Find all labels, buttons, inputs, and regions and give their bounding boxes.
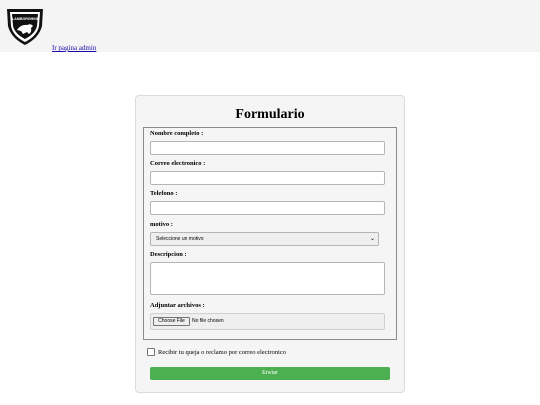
choose-file-button[interactable]: Choose File bbox=[153, 317, 190, 326]
email-opt-in-checkbox[interactable] bbox=[147, 348, 155, 356]
name-label: Nombre completo : bbox=[150, 130, 204, 137]
reason-label: motivo : bbox=[150, 221, 173, 228]
attach-label: Adjuntar archivos : bbox=[150, 302, 205, 309]
email-label: Correo electronico : bbox=[150, 160, 206, 167]
name-input[interactable] bbox=[150, 141, 385, 155]
reason-select-value: Seleccione un motivo bbox=[156, 236, 204, 242]
file-status-text: No file chosen bbox=[192, 318, 224, 324]
admin-page-link[interactable]: Ir pagina admin bbox=[52, 44, 96, 52]
email-input[interactable] bbox=[150, 171, 385, 185]
description-label: Descripcion : bbox=[150, 251, 187, 258]
submit-button[interactable]: Enviar bbox=[150, 367, 390, 380]
description-textarea[interactable] bbox=[150, 262, 385, 295]
top-header: LAMBORGHINI Ir pagina admin bbox=[0, 0, 540, 52]
logo-wordmark: LAMBORGHINI bbox=[12, 17, 38, 21]
chevron-down-icon: ⌄ bbox=[369, 236, 375, 242]
email-opt-in-label[interactable]: Recibir tu queja o reclamo por correo el… bbox=[158, 349, 286, 356]
phone-input[interactable] bbox=[150, 201, 385, 215]
lamborghini-logo[interactable]: LAMBORGHINI bbox=[4, 6, 46, 46]
form-title: Formulario bbox=[235, 107, 305, 122]
phone-label: Telefono : bbox=[150, 190, 178, 197]
reason-select[interactable]: Seleccione un motivo ⌄ bbox=[150, 232, 379, 246]
